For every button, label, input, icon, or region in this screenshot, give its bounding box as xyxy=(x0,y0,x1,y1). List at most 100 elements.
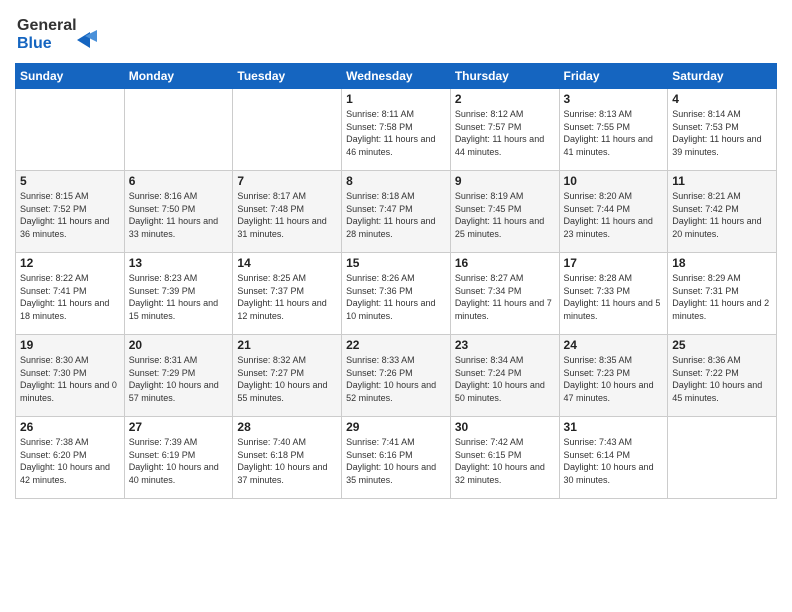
weekday-header-sunday: Sunday xyxy=(16,64,125,89)
day-info: Sunrise: 8:18 AM Sunset: 7:47 PM Dayligh… xyxy=(346,190,446,240)
day-cell: 23 Sunrise: 8:34 AM Sunset: 7:24 PM Dayli… xyxy=(450,335,559,417)
day-cell: 10 Sunrise: 8:20 AM Sunset: 7:44 PM Dayli… xyxy=(559,171,668,253)
day-number: 18 xyxy=(672,256,772,270)
day-number: 27 xyxy=(129,420,229,434)
day-cell: 31 Sunrise: 7:43 AM Sunset: 6:14 PM Dayli… xyxy=(559,417,668,499)
day-cell: 9Sunrise: 8:19 AM Sunset: 7:45 PM Daylig… xyxy=(450,171,559,253)
day-number: 17 xyxy=(564,256,664,270)
day-cell: 3 Sunrise: 8:13 AM Sunset: 7:55 PM Daylig… xyxy=(559,89,668,171)
day-cell: 12Sunrise: 8:22 AM Sunset: 7:41 PM Dayli… xyxy=(16,253,125,335)
day-info: Sunrise: 8:14 AM Sunset: 7:53 PM Dayligh… xyxy=(672,108,772,158)
day-number: 7 xyxy=(237,174,337,188)
svg-text:Blue: Blue xyxy=(17,35,52,52)
day-cell: 15Sunrise: 8:26 AM Sunset: 7:36 PM Dayli… xyxy=(342,253,451,335)
day-cell: 8 Sunrise: 8:18 AM Sunset: 7:47 PM Daylig… xyxy=(342,171,451,253)
day-info: Sunrise: 8:28 AM Sunset: 7:33 PM Dayligh… xyxy=(564,272,664,322)
day-number: 2 xyxy=(455,92,555,106)
day-info: Sunrise: 8:30 AM Sunset: 7:30 PM Dayligh… xyxy=(20,354,120,404)
day-info: Sunrise: 8:25 AM Sunset: 7:37 PM Dayligh… xyxy=(237,272,337,322)
day-number: 11 xyxy=(672,174,772,188)
day-cell: 29Sunrise: 7:41 AM Sunset: 6:16 PM Dayli… xyxy=(342,417,451,499)
day-info: Sunrise: 8:29 AM Sunset: 7:31 PM Dayligh… xyxy=(672,272,772,322)
day-number: 24 xyxy=(564,338,664,352)
day-info: Sunrise: 8:16 AM Sunset: 7:50 PM Dayligh… xyxy=(129,190,229,240)
day-cell: 17 Sunrise: 8:28 AM Sunset: 7:33 PM Dayli… xyxy=(559,253,668,335)
day-number: 4 xyxy=(672,92,772,106)
day-info: Sunrise: 7:38 AM Sunset: 6:20 PM Dayligh… xyxy=(20,436,120,486)
day-info: Sunrise: 8:20 AM Sunset: 7:44 PM Dayligh… xyxy=(564,190,664,240)
day-number: 6 xyxy=(129,174,229,188)
day-info: Sunrise: 8:26 AM Sunset: 7:36 PM Dayligh… xyxy=(346,272,446,322)
day-cell: 24 Sunrise: 8:35 AM Sunset: 7:23 PM Dayli… xyxy=(559,335,668,417)
page: General Blue SundayMondayTuesdayWednesda… xyxy=(0,0,792,612)
day-number: 25 xyxy=(672,338,772,352)
weekday-header-saturday: Saturday xyxy=(668,64,777,89)
day-info: Sunrise: 7:42 AM Sunset: 6:15 PM Dayligh… xyxy=(455,436,555,486)
weekday-header-row: SundayMondayTuesdayWednesdayThursdayFrid… xyxy=(16,64,777,89)
day-cell: 11 Sunrise: 8:21 AM Sunset: 7:42 PM Dayli… xyxy=(668,171,777,253)
week-row-3: 12Sunrise: 8:22 AM Sunset: 7:41 PM Dayli… xyxy=(16,253,777,335)
day-number: 21 xyxy=(237,338,337,352)
logo: General Blue xyxy=(15,10,105,55)
day-cell: 26Sunrise: 7:38 AM Sunset: 6:20 PM Dayli… xyxy=(16,417,125,499)
weekday-header-monday: Monday xyxy=(124,64,233,89)
day-info: Sunrise: 8:11 AM Sunset: 7:58 PM Dayligh… xyxy=(346,108,446,158)
day-cell: 1 Sunrise: 8:11 AM Sunset: 7:58 PM Daylig… xyxy=(342,89,451,171)
day-info: Sunrise: 8:34 AM Sunset: 7:24 PM Dayligh… xyxy=(455,354,555,404)
day-cell: 14 Sunrise: 8:25 AM Sunset: 7:37 PM Dayli… xyxy=(233,253,342,335)
day-number: 9 xyxy=(455,174,555,188)
day-number: 8 xyxy=(346,174,446,188)
week-row-5: 26Sunrise: 7:38 AM Sunset: 6:20 PM Dayli… xyxy=(16,417,777,499)
weekday-header-thursday: Thursday xyxy=(450,64,559,89)
day-cell xyxy=(124,89,233,171)
day-number: 5 xyxy=(20,174,120,188)
day-info: Sunrise: 8:23 AM Sunset: 7:39 PM Dayligh… xyxy=(129,272,229,322)
header: General Blue xyxy=(15,10,777,55)
day-cell: 27 Sunrise: 7:39 AM Sunset: 6:19 PM Dayli… xyxy=(124,417,233,499)
day-cell xyxy=(668,417,777,499)
logo-svg: General Blue xyxy=(15,10,105,55)
day-number: 28 xyxy=(237,420,337,434)
day-info: Sunrise: 8:12 AM Sunset: 7:57 PM Dayligh… xyxy=(455,108,555,158)
day-number: 16 xyxy=(455,256,555,270)
day-number: 30 xyxy=(455,420,555,434)
day-info: Sunrise: 8:32 AM Sunset: 7:27 PM Dayligh… xyxy=(237,354,337,404)
day-info: Sunrise: 8:15 AM Sunset: 7:52 PM Dayligh… xyxy=(20,190,120,240)
day-info: Sunrise: 8:33 AM Sunset: 7:26 PM Dayligh… xyxy=(346,354,446,404)
day-number: 13 xyxy=(129,256,229,270)
day-number: 22 xyxy=(346,338,446,352)
day-info: Sunrise: 7:39 AM Sunset: 6:19 PM Dayligh… xyxy=(129,436,229,486)
day-info: Sunrise: 8:21 AM Sunset: 7:42 PM Dayligh… xyxy=(672,190,772,240)
day-cell: 30 Sunrise: 7:42 AM Sunset: 6:15 PM Dayli… xyxy=(450,417,559,499)
day-cell: 21 Sunrise: 8:32 AM Sunset: 7:27 PM Dayli… xyxy=(233,335,342,417)
day-info: Sunrise: 8:13 AM Sunset: 7:55 PM Dayligh… xyxy=(564,108,664,158)
day-cell: 18 Sunrise: 8:29 AM Sunset: 7:31 PM Dayli… xyxy=(668,253,777,335)
day-number: 19 xyxy=(20,338,120,352)
day-info: Sunrise: 8:35 AM Sunset: 7:23 PM Dayligh… xyxy=(564,354,664,404)
day-number: 3 xyxy=(564,92,664,106)
day-number: 23 xyxy=(455,338,555,352)
day-cell: 16Sunrise: 8:27 AM Sunset: 7:34 PM Dayli… xyxy=(450,253,559,335)
svg-text:General: General xyxy=(17,17,77,34)
weekday-header-friday: Friday xyxy=(559,64,668,89)
weekday-header-wednesday: Wednesday xyxy=(342,64,451,89)
day-cell: 22 Sunrise: 8:33 AM Sunset: 7:26 PM Dayli… xyxy=(342,335,451,417)
day-cell: 2 Sunrise: 8:12 AM Sunset: 7:57 PM Daylig… xyxy=(450,89,559,171)
day-number: 31 xyxy=(564,420,664,434)
day-info: Sunrise: 7:43 AM Sunset: 6:14 PM Dayligh… xyxy=(564,436,664,486)
day-cell: 7 Sunrise: 8:17 AM Sunset: 7:48 PM Daylig… xyxy=(233,171,342,253)
day-cell: 25Sunrise: 8:36 AM Sunset: 7:22 PM Dayli… xyxy=(668,335,777,417)
day-number: 1 xyxy=(346,92,446,106)
week-row-2: 5 Sunrise: 8:15 AM Sunset: 7:52 PM Daylig… xyxy=(16,171,777,253)
day-number: 14 xyxy=(237,256,337,270)
day-info: Sunrise: 7:40 AM Sunset: 6:18 PM Dayligh… xyxy=(237,436,337,486)
calendar: SundayMondayTuesdayWednesdayThursdayFrid… xyxy=(15,63,777,499)
day-info: Sunrise: 7:41 AM Sunset: 6:16 PM Dayligh… xyxy=(346,436,446,486)
week-row-1: 1 Sunrise: 8:11 AM Sunset: 7:58 PM Daylig… xyxy=(16,89,777,171)
weekday-header-tuesday: Tuesday xyxy=(233,64,342,89)
day-cell: 20Sunrise: 8:31 AM Sunset: 7:29 PM Dayli… xyxy=(124,335,233,417)
day-number: 10 xyxy=(564,174,664,188)
day-info: Sunrise: 8:17 AM Sunset: 7:48 PM Dayligh… xyxy=(237,190,337,240)
day-number: 12 xyxy=(20,256,120,270)
day-cell: 13 Sunrise: 8:23 AM Sunset: 7:39 PM Dayli… xyxy=(124,253,233,335)
